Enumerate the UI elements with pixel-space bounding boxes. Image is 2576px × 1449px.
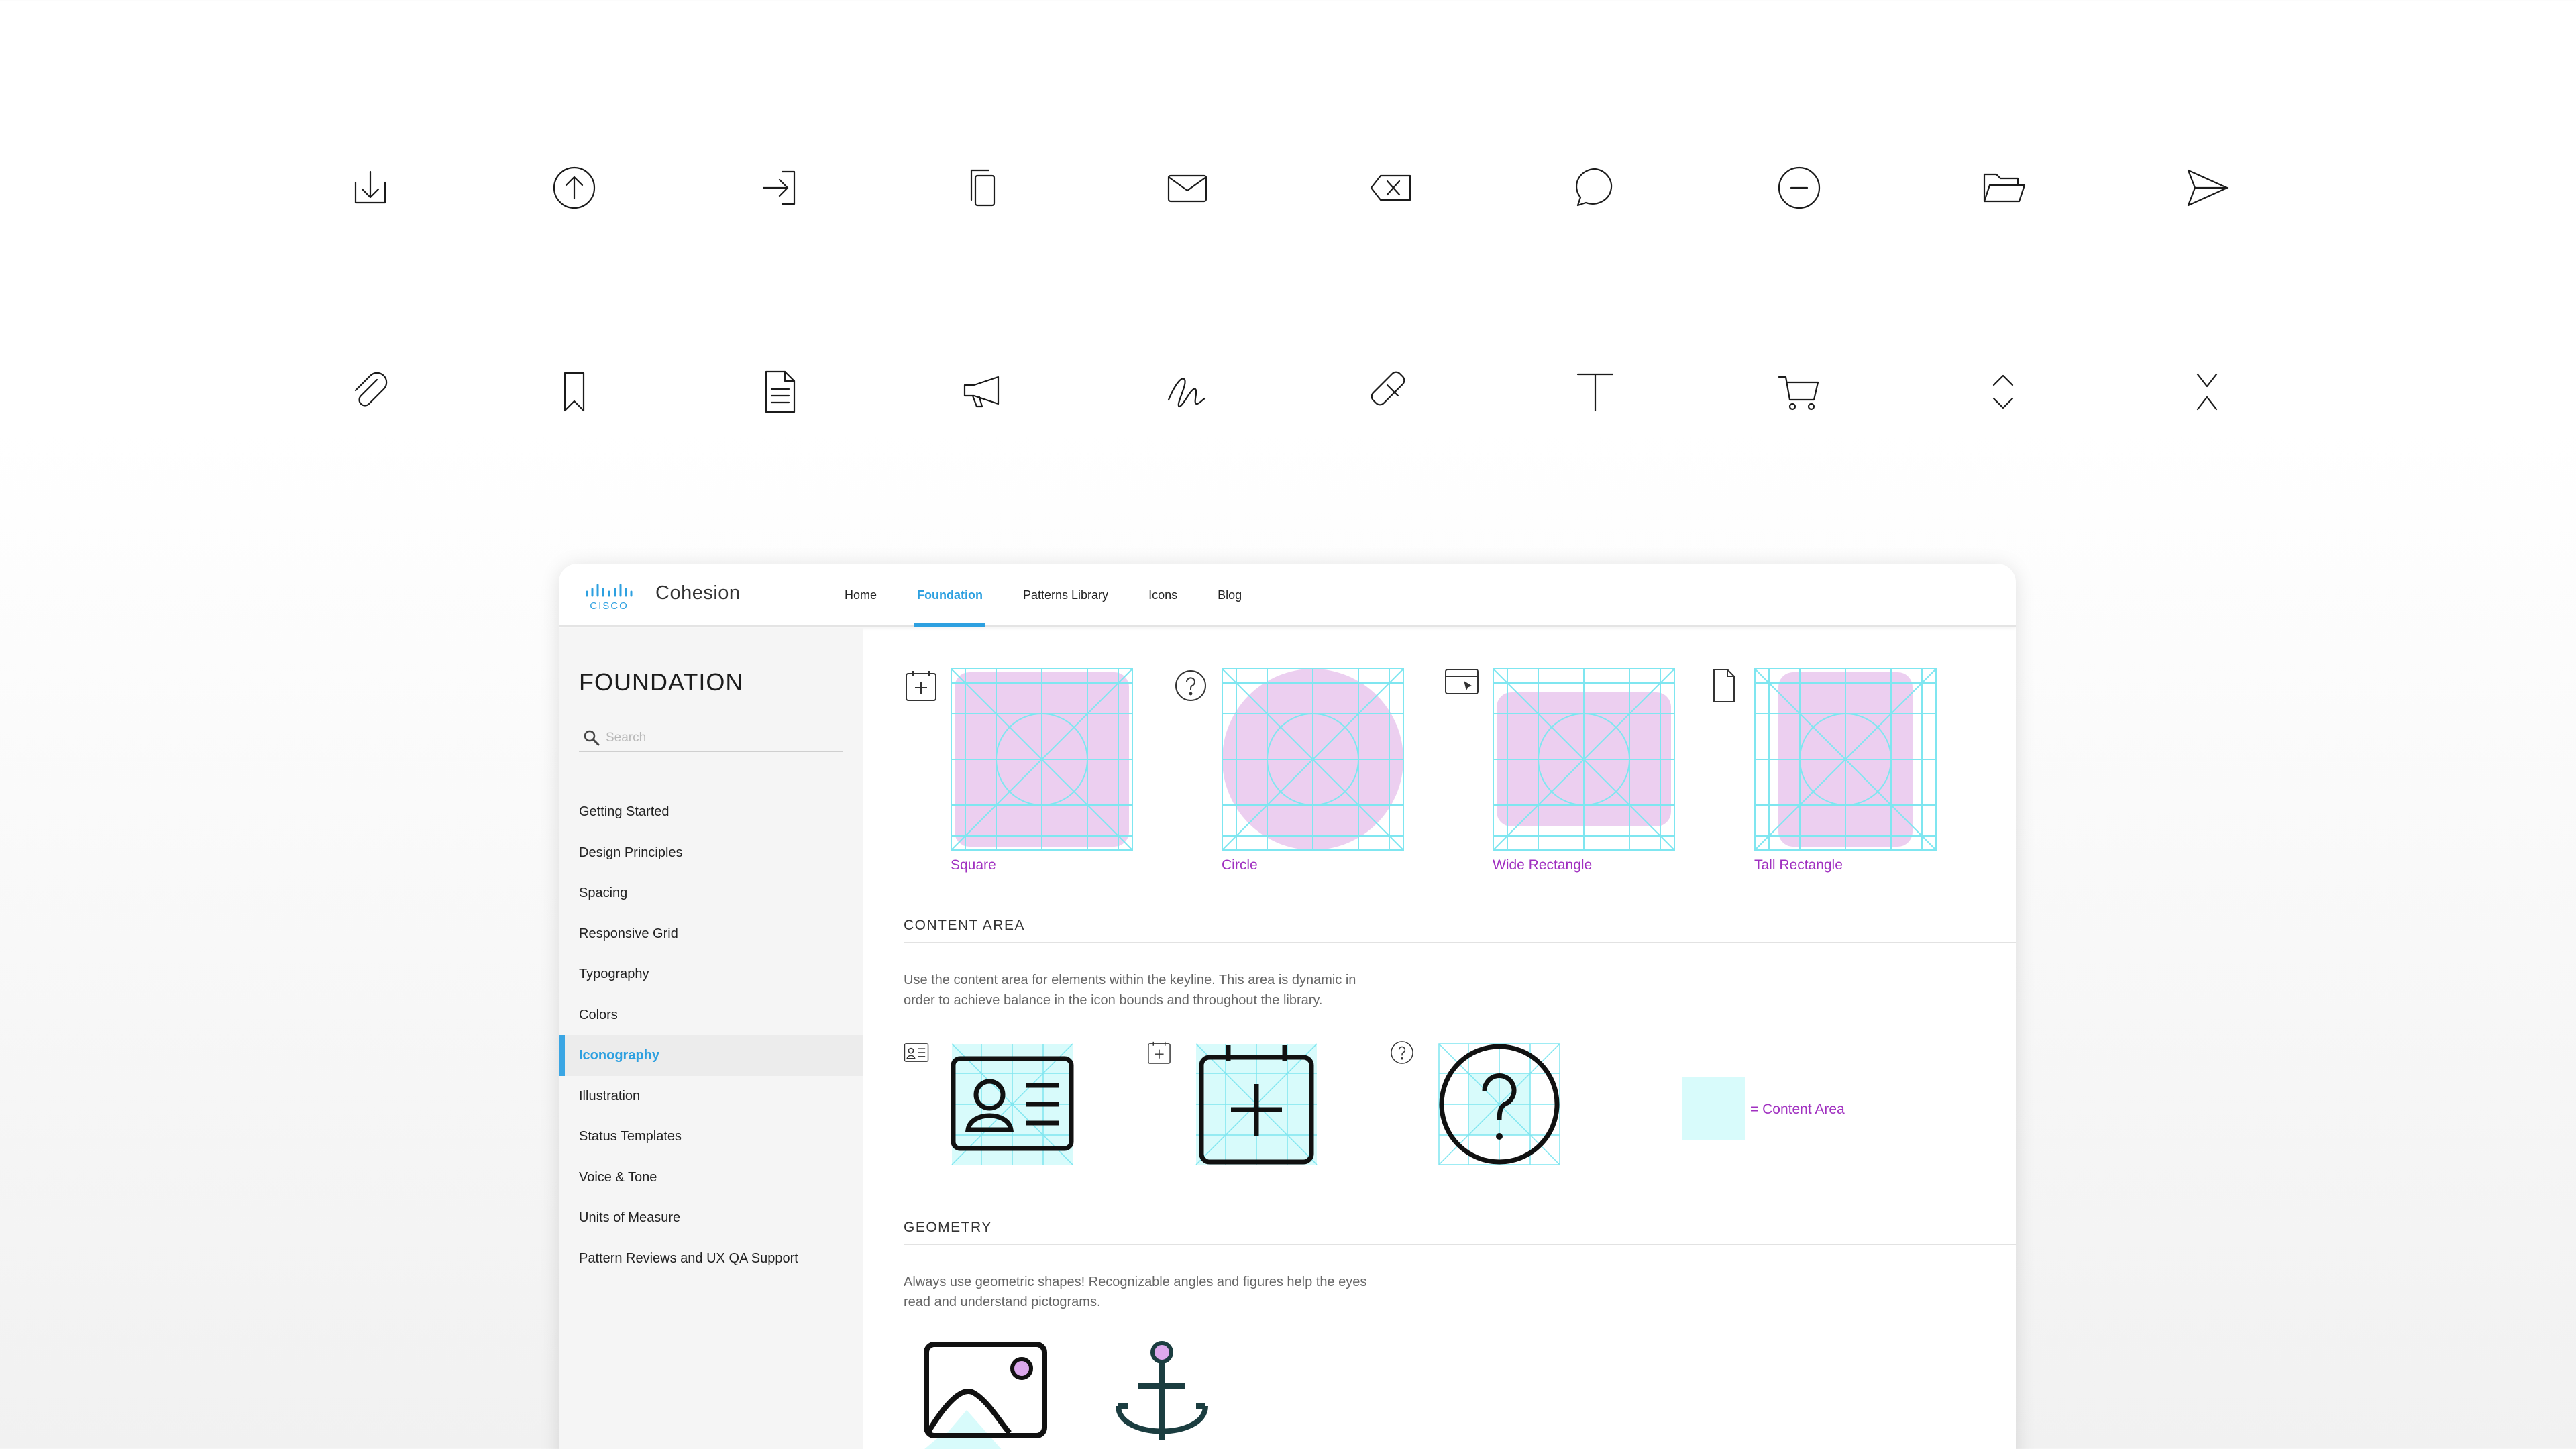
- sidebar-item-spacing[interactable]: Spacing: [559, 873, 863, 914]
- content-area-help: [1438, 1042, 1561, 1166]
- contact-card-small-icon: [904, 1040, 929, 1065]
- brand-name[interactable]: Cohesion: [655, 582, 741, 604]
- keyline-square-label: Square: [951, 857, 996, 873]
- sidebar-item-design-principles[interactable]: Design Principles: [559, 833, 863, 873]
- signature-icon: [1158, 362, 1217, 421]
- nav-blog[interactable]: Blog: [1218, 564, 1242, 627]
- text-icon: [1566, 362, 1625, 421]
- sidebar-item-status-templates[interactable]: Status Templates: [559, 1116, 863, 1157]
- geometry-divider: [904, 1244, 2016, 1245]
- geometry-description: Always use geometric shapes! Recognizabl…: [904, 1275, 1367, 1309]
- content-area-calendar: [1195, 1042, 1318, 1166]
- icon-showcase-row-1: [0, 158, 2576, 239]
- help-small-icon: [1389, 1040, 1415, 1065]
- sidebar-item-typography[interactable]: Typography: [559, 954, 863, 995]
- backspace-icon: [1362, 158, 1421, 217]
- sidebar-item-pattern-reviews[interactable]: Pattern Reviews and UX QA Support: [559, 1238, 863, 1279]
- sidebar-item-voice-tone[interactable]: Voice & Tone: [559, 1157, 863, 1198]
- download-icon: [341, 158, 400, 217]
- sidebar-item-responsive-grid[interactable]: Responsive Grid: [559, 914, 863, 955]
- folder-open-icon: [1974, 158, 2033, 217]
- attachment-icon: [341, 362, 400, 421]
- search-icon: [584, 730, 600, 746]
- document-icon: [750, 362, 809, 421]
- sidebar-item-getting-started[interactable]: Getting Started: [559, 792, 863, 833]
- icon-showcase-row-2: [0, 362, 2576, 443]
- content-area-legend-label: = Content Area: [1750, 1102, 1845, 1117]
- sidebar: FOUNDATION Getting Started Design Princi…: [559, 628, 863, 1449]
- nav-foundation[interactable]: Foundation: [914, 564, 985, 627]
- sidebar-item-units-of-measure[interactable]: Units of Measure: [559, 1197, 863, 1238]
- keyline-tall-rectangle: [1754, 668, 1937, 851]
- eraser-icon: [1362, 362, 1421, 421]
- mail-icon: [1158, 158, 1217, 217]
- upload-circle-icon: [545, 158, 604, 217]
- calendar-add-icon: [904, 668, 938, 703]
- chat-bubble-icon: [1566, 158, 1625, 217]
- keyline-wide-rectangle: [1493, 668, 1675, 851]
- sidebar-menu: Getting Started Design Principles Spacin…: [559, 792, 863, 1279]
- sidebar-item-illustration[interactable]: Illustration: [559, 1076, 863, 1117]
- content-area-title: CONTENT AREA: [904, 918, 1025, 933]
- keyline-tall-rectangle-label: Tall Rectangle: [1754, 857, 1843, 873]
- main-nav: Home Foundation Patterns Library Icons B…: [845, 564, 1282, 627]
- content-area-divider: [904, 942, 2016, 943]
- search-input[interactable]: [606, 728, 834, 748]
- cisco-logo[interactable]: CISCO: [583, 581, 635, 612]
- website-preview: CISCO Cohesion Home Foundation Patterns …: [559, 564, 2016, 1449]
- calendar-add-small-icon: [1146, 1040, 1172, 1065]
- minus-circle-icon: [1770, 158, 1829, 217]
- content-area-description: Use the content area for elements within…: [904, 973, 1356, 1008]
- keyline-circle: [1222, 668, 1404, 851]
- content-area-id-card: [951, 1042, 1074, 1166]
- file-icon: [1706, 668, 1741, 703]
- keyline-circle-label: Circle: [1222, 857, 1258, 873]
- browser-window-icon: [1444, 664, 1479, 699]
- cisco-logo-text: CISCO: [590, 600, 629, 612]
- sidebar-title: FOUNDATION: [579, 668, 744, 696]
- top-navbar: CISCO Cohesion Home Foundation Patterns …: [559, 564, 2016, 627]
- keyline-square: [951, 668, 1133, 851]
- collapse-vertical-icon: [2178, 362, 2237, 421]
- nav-icons[interactable]: Icons: [1148, 564, 1177, 627]
- sidebar-item-colors[interactable]: Colors: [559, 995, 863, 1036]
- send-icon: [2178, 158, 2237, 217]
- sidebar-search: [579, 725, 843, 752]
- main-content: Square Circle Wide Rectangle Tall Rectan…: [863, 628, 2016, 1449]
- nav-home[interactable]: Home: [845, 564, 877, 627]
- sidebar-item-iconography[interactable]: Iconography: [559, 1035, 863, 1076]
- copy-icon: [954, 158, 1013, 217]
- sign-in-icon: [750, 158, 809, 217]
- nav-patterns-library[interactable]: Patterns Library: [1023, 564, 1108, 627]
- geometry-title: GEOMETRY: [904, 1220, 992, 1235]
- content-area-legend-swatch: [1682, 1077, 1745, 1140]
- expand-vertical-icon: [1974, 362, 2033, 421]
- help-circle-icon: [1173, 668, 1208, 703]
- cart-icon: [1770, 362, 1829, 421]
- image-pictogram: [904, 1339, 1065, 1449]
- bookmark-icon: [545, 362, 604, 421]
- anchor-pictogram: [1112, 1339, 1212, 1449]
- megaphone-icon: [954, 362, 1013, 421]
- keyline-wide-rectangle-label: Wide Rectangle: [1493, 857, 1593, 873]
